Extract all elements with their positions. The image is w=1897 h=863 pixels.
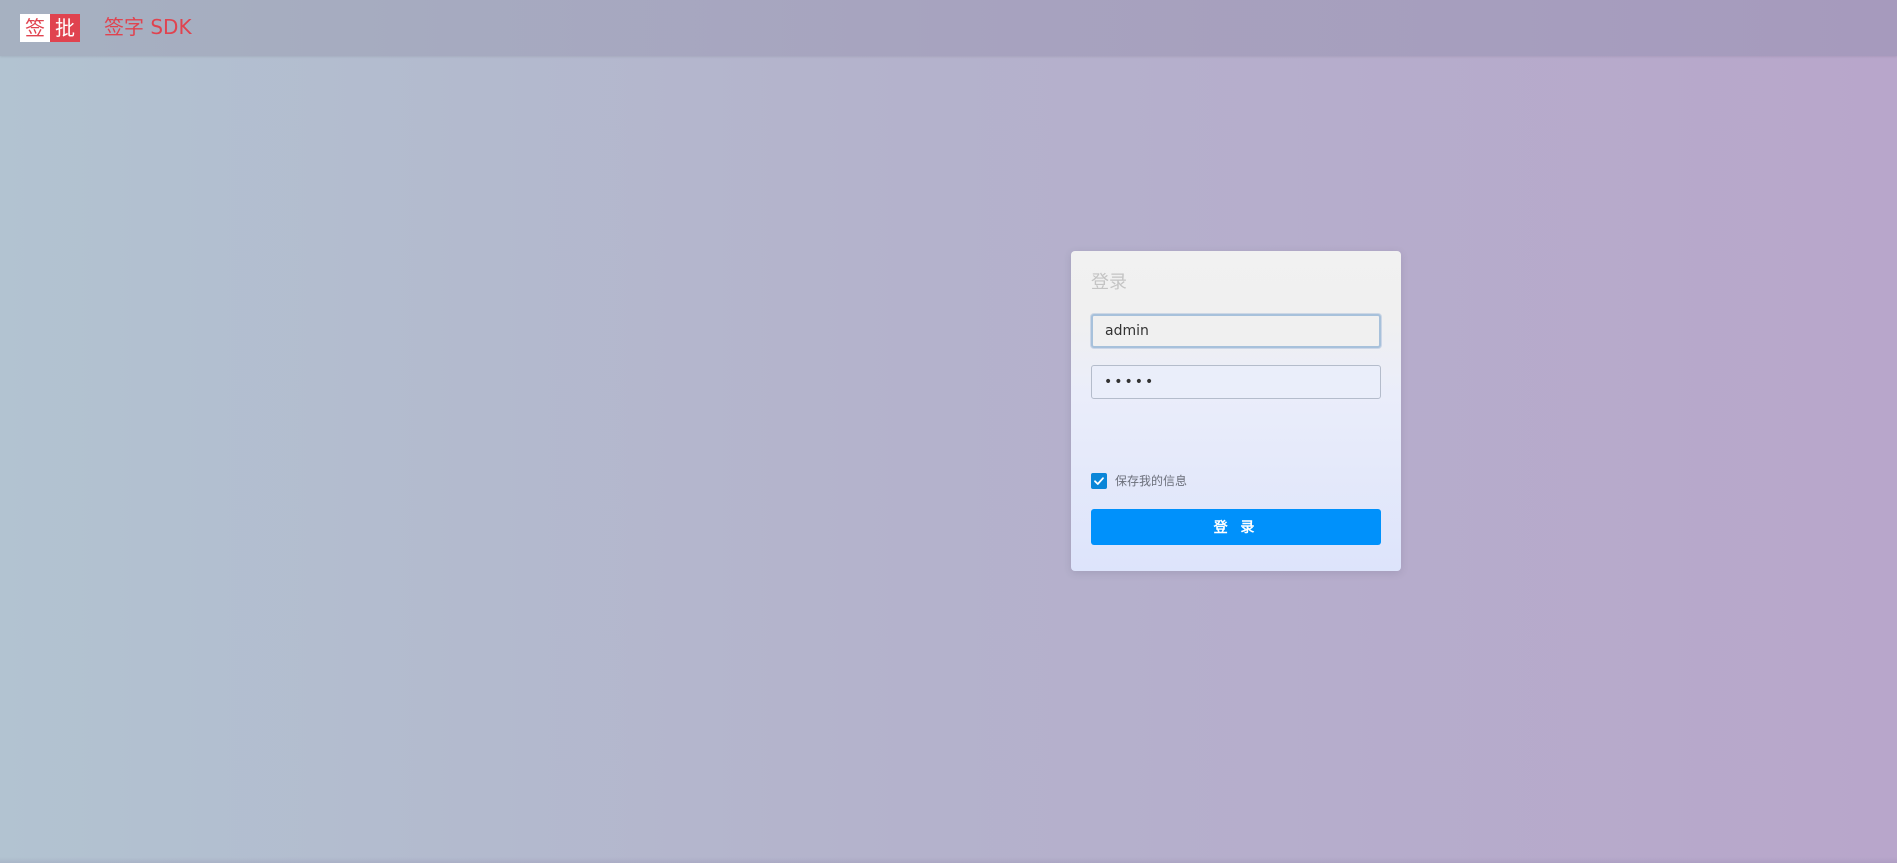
remember-checkbox[interactable] [1091,473,1107,489]
login-button[interactable]: 登 录 [1091,509,1381,545]
logo: 签 批 [20,14,80,42]
check-icon [1094,477,1104,485]
login-card: 登录 保存我的信息 登 录 [1071,251,1401,571]
bottom-edge [0,857,1897,863]
top-bar: 签 批 签字 SDK [0,0,1897,56]
remember-me[interactable]: 保存我的信息 [1091,472,1187,490]
logo-char-right: 批 [50,14,80,42]
brand-title: 签字 SDK [104,15,192,39]
logo-char-left: 签 [20,14,50,42]
login-title: 登录 [1091,272,1127,293]
username-input[interactable] [1091,314,1381,348]
password-input[interactable] [1091,365,1381,399]
remember-label: 保存我的信息 [1115,474,1188,488]
